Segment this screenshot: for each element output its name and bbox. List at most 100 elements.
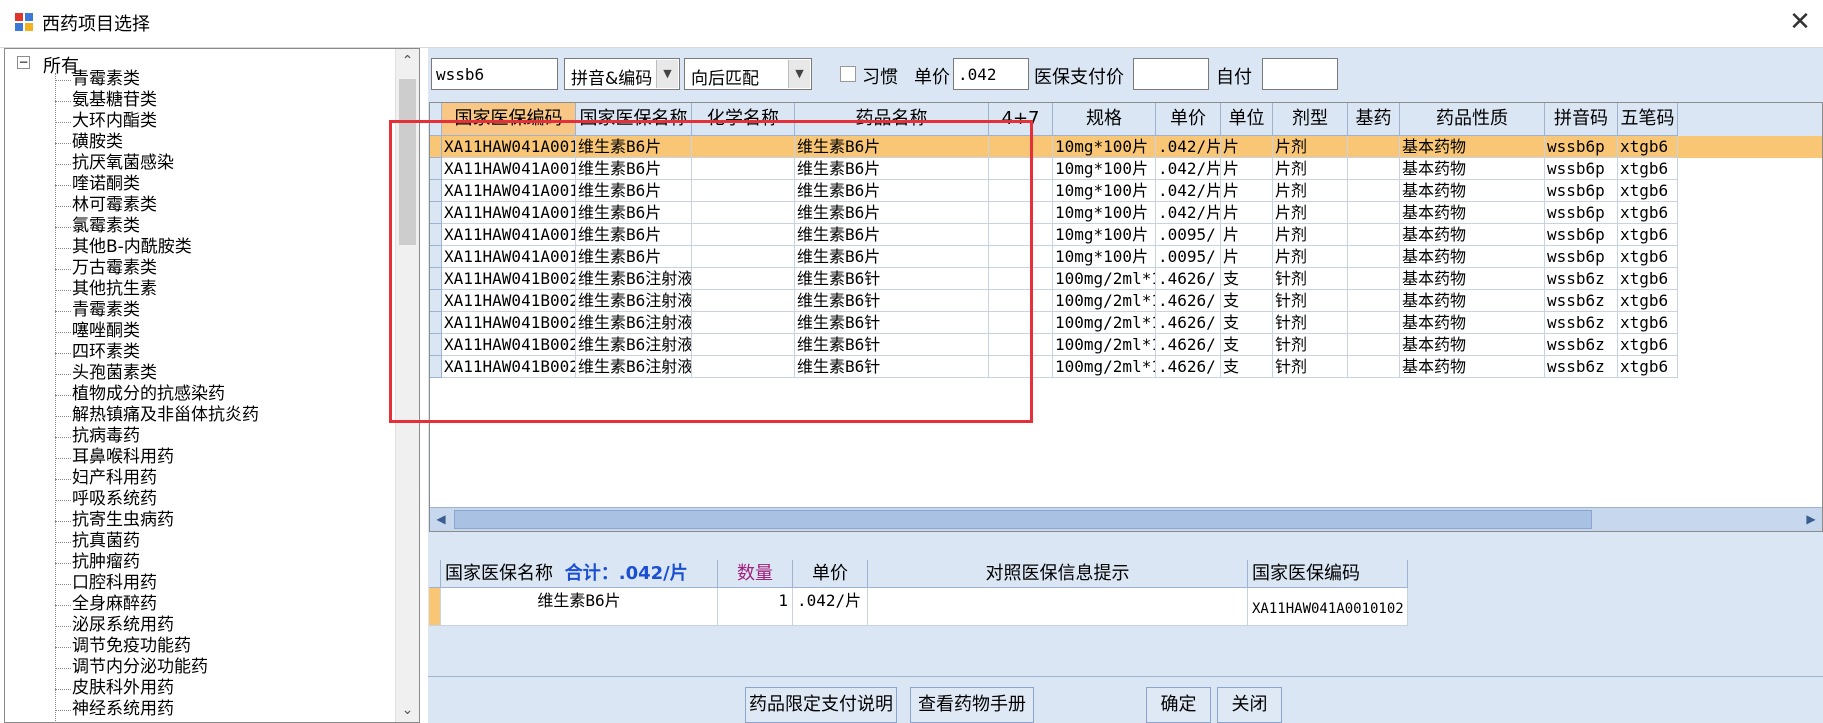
- tree-connector: [55, 80, 71, 81]
- column-header[interactable]: 化学名称: [692, 103, 795, 136]
- column-header[interactable]: 单位: [1221, 103, 1273, 136]
- summary-name-header-label: 国家医保名称: [445, 563, 553, 584]
- column-header[interactable]: 基药: [1348, 103, 1400, 136]
- column-header[interactable]: 剂型: [1273, 103, 1348, 136]
- column-header[interactable]: 规格: [1053, 103, 1156, 136]
- chevron-down-icon[interactable]: ▼: [788, 60, 810, 88]
- column-header[interactable]: 4+7: [989, 103, 1053, 136]
- drug-manual-button[interactable]: 查看药物手册: [910, 687, 1034, 723]
- table-cell: xtgb6: [1618, 158, 1678, 180]
- column-header[interactable]: 单价: [1156, 103, 1221, 136]
- tree-connector: [55, 311, 71, 312]
- table-row[interactable]: XA11HAW041A0010 维生素B6片 维生素B6片 10mg*100片 .042…: [430, 180, 1822, 202]
- row-header[interactable]: [430, 136, 442, 158]
- table-cell: 维生素B6片: [795, 136, 989, 158]
- table-row[interactable]: XA11HAW041B0020维生素B6注射液 维生素B6针 100mg/2ml*1…: [430, 356, 1822, 378]
- table-cell: [989, 136, 1053, 158]
- table-row[interactable]: XA11HAW041B0020维生素B6注射液 维生素B6针 100mg/2ml*1…: [430, 268, 1822, 290]
- table-cell: .042/片: [1156, 158, 1221, 180]
- chevron-down-icon[interactable]: ▼: [656, 60, 678, 88]
- match-mode-select[interactable]: 向后匹配 ▼: [684, 58, 812, 90]
- tree-item-label: 噻唑酮类: [72, 321, 140, 341]
- column-header[interactable]: 药品性质: [1400, 103, 1545, 136]
- table-cell: XA11HAW041A0010: [442, 224, 576, 246]
- ok-button[interactable]: 确定: [1146, 687, 1211, 723]
- scroll-right-icon[interactable]: ▶: [1800, 508, 1822, 531]
- summary-info-header: 对照医保信息提示: [868, 560, 1248, 588]
- tree-item-label: 大环内酯类: [72, 111, 157, 131]
- tree-item-label: 四环素类: [72, 342, 140, 362]
- row-header[interactable]: [430, 290, 442, 312]
- row-header[interactable]: [430, 334, 442, 356]
- scroll-thumb[interactable]: [454, 510, 1592, 529]
- table-cell: 维生素B6注射液: [576, 268, 692, 290]
- code-type-select[interactable]: 拼音&编码 ▼: [564, 58, 680, 90]
- scroll-up-icon[interactable]: ⌃: [396, 49, 419, 73]
- table-cell: 维生素B6针: [795, 290, 989, 312]
- table-cell: wssb6z: [1545, 334, 1618, 356]
- restriction-button[interactable]: 药品限定支付说明: [745, 687, 897, 723]
- tree-vertical-scrollbar[interactable]: ⌃ ⌄: [395, 49, 419, 722]
- table-cell: xtgb6: [1618, 180, 1678, 202]
- category-tree[interactable]: − 所有 青霉素类 氨基糖苷类 大环内酯类 磺胺类 抗厌氧菌感染 喹诺酮类 林可霉素类 氯霉素…: [4, 48, 420, 723]
- table-cell: xtgb6: [1618, 136, 1678, 158]
- price-input[interactable]: [953, 58, 1029, 90]
- table-row[interactable]: XA11HAW041B0020维生素B6注射液 维生素B6针 100mg/2ml*1…: [430, 334, 1822, 356]
- habit-checkbox[interactable]: [840, 66, 856, 82]
- table-cell: XA11HAW041A0010: [442, 202, 576, 224]
- table-cell: 维生素B6片: [576, 136, 692, 158]
- table-cell: xtgb6: [1618, 334, 1678, 356]
- self-pay-input[interactable]: [1262, 58, 1338, 90]
- table-cell: 维生素B6针: [795, 268, 989, 290]
- tree-item-label: 青霉素类: [72, 69, 140, 89]
- table-cell: 维生素B6注射液: [576, 290, 692, 312]
- scroll-down-icon[interactable]: ⌄: [396, 698, 419, 722]
- tree-item-label: 林可霉素类: [72, 195, 157, 215]
- table-cell: 维生素B6片: [576, 180, 692, 202]
- table-cell: wssb6p: [1545, 224, 1618, 246]
- table-cell: XA11HAW041A0010: [442, 180, 576, 202]
- summary-total: 合计：.042/片: [564, 563, 688, 584]
- row-header[interactable]: [430, 246, 442, 268]
- table-row[interactable]: XA11HAW041B0020维生素B6注射液 维生素B6针 100mg/2ml*1…: [430, 312, 1822, 334]
- table-row[interactable]: XA11HAW041A0010 维生素B6片 维生素B6片 10mg*100片 .042…: [430, 202, 1822, 224]
- drug-grid[interactable]: 国家医保编码 国家医保名称 化学名称 药品名称 4+7 规格 单价 单位 剂型 基药 药品性质 拼音码…: [429, 102, 1823, 532]
- column-header[interactable]: 五笔码: [1618, 103, 1678, 136]
- row-header[interactable]: [430, 312, 442, 334]
- tree-item-label: 呼吸系统药: [72, 489, 157, 509]
- close-button[interactable]: 关闭: [1217, 687, 1282, 723]
- row-header[interactable]: [430, 202, 442, 224]
- column-header[interactable]: 药品名称: [795, 103, 989, 136]
- table-row[interactable]: XA11HAW041A0010 维生素B6片 维生素B6片 10mg*100片 .042…: [430, 158, 1822, 180]
- column-header[interactable]: 国家医保编码: [442, 103, 576, 136]
- table-cell: .4626/: [1156, 334, 1221, 356]
- table-cell: xtgb6: [1618, 356, 1678, 378]
- column-header[interactable]: 国家医保名称: [576, 103, 692, 136]
- table-row[interactable]: XA11HAW041A0010 维生素B6片 维生素B6片 10mg*100片 .042…: [430, 136, 1822, 158]
- table-cell: XA11HAW041B0020: [442, 268, 576, 290]
- scroll-thumb[interactable]: [399, 79, 416, 245]
- table-cell: wssb6z: [1545, 356, 1618, 378]
- grid-horizontal-scrollbar[interactable]: ◀ ▶: [430, 507, 1822, 531]
- close-icon[interactable]: ✕: [1777, 0, 1823, 46]
- table-row[interactable]: XA11HAW041A0010 维生素B6片 维生素B6片 10mg*100片 .009…: [430, 224, 1822, 246]
- table-row[interactable]: XA11HAW041B0020维生素B6注射液 维生素B6针 100mg/2ml*1…: [430, 290, 1822, 312]
- summary-price-cell: .042/片: [793, 588, 868, 626]
- tree-item-label: 头孢菌素类: [72, 363, 157, 383]
- scroll-left-icon[interactable]: ◀: [430, 508, 452, 531]
- search-input[interactable]: [431, 58, 558, 90]
- insurance-pay-input[interactable]: [1133, 58, 1209, 90]
- table-row[interactable]: XA11HAW041A0010 维生素B6片 维生素B6片 10mg*100片 .009…: [430, 246, 1822, 268]
- tree-item-label: 氨基糖苷类: [72, 90, 157, 110]
- row-header[interactable]: [430, 180, 442, 202]
- row-header[interactable]: [430, 224, 442, 246]
- column-header[interactable]: 拼音码: [1545, 103, 1618, 136]
- summary-qty-header: 数量: [718, 560, 793, 588]
- summary-qty-cell[interactable]: 1: [718, 588, 793, 626]
- row-header[interactable]: [430, 268, 442, 290]
- row-header[interactable]: [430, 158, 442, 180]
- collapse-icon[interactable]: −: [17, 56, 30, 69]
- selected-summary-grid[interactable]: 国家医保名称 合计：.042/片 数量 单价 对照医保信息提示 国家医保编码 维…: [429, 560, 1409, 680]
- row-header[interactable]: [430, 356, 442, 378]
- table-cell: 维生素B6针: [795, 356, 989, 378]
